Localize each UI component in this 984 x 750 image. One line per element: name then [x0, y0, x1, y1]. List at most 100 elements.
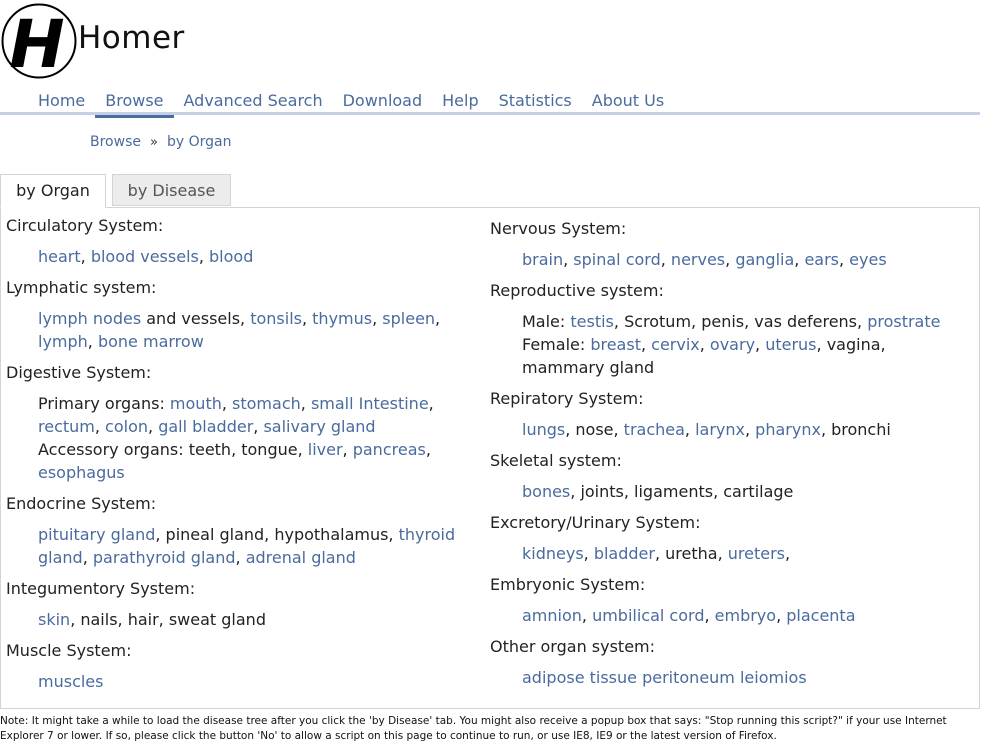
organ-text: ,: [300, 394, 311, 413]
tab-by-disease[interactable]: by Disease: [112, 174, 231, 206]
organ-link-thyroid[interactable]: thyroid: [399, 525, 456, 544]
organ-link-tonsils[interactable]: tonsils: [250, 309, 302, 328]
organ-link-blood-vessels[interactable]: blood vessels: [91, 247, 199, 266]
organ-link-cervix[interactable]: cervix: [651, 335, 700, 354]
svg-text:H: H: [9, 6, 64, 79]
organ-link-adipose-tissue[interactable]: adipose tissue: [522, 668, 637, 687]
nav-home[interactable]: Home: [28, 90, 95, 114]
organ-link-ears[interactable]: ears: [804, 250, 839, 269]
organ-link-kidneys[interactable]: kidneys: [522, 544, 584, 563]
organ-link-trachea[interactable]: trachea: [624, 420, 685, 439]
organ-link-placenta[interactable]: placenta: [786, 606, 855, 625]
breadcrumb-separator: »: [149, 135, 158, 150]
organ-link-uterus[interactable]: uterus: [765, 335, 816, 354]
organ-text: ,: [745, 420, 756, 439]
organ-link-pharynx[interactable]: pharynx: [755, 420, 821, 439]
organ-link-blood[interactable]: blood: [209, 247, 253, 266]
organ-link-ovary[interactable]: ovary: [710, 335, 755, 354]
tab-by-organ[interactable]: by Organ: [0, 174, 106, 208]
organ-link-eyes[interactable]: eyes: [849, 250, 887, 269]
right-column: Nervous System: brain, spinal cord, nerve…: [490, 217, 960, 697]
organ-link-pancreas[interactable]: pancreas: [353, 440, 426, 459]
organ-text: mammary gland: [522, 358, 655, 377]
organ-link-rectum[interactable]: rectum: [38, 417, 95, 436]
left-column: Circulatory System: heart, blood vessels,…: [6, 214, 466, 701]
organ-link-colon[interactable]: colon: [105, 417, 148, 436]
organ-link-lymph[interactable]: lymph: [38, 332, 88, 351]
organ-link-gall-bladder[interactable]: gall bladder: [158, 417, 253, 436]
organ-link-skin[interactable]: skin: [38, 610, 70, 629]
breadcrumb-browse-link[interactable]: Browse: [90, 134, 141, 150]
nav-statistics[interactable]: Statistics: [489, 90, 582, 114]
organ-link-prostrate[interactable]: prostrate: [867, 312, 940, 331]
organ-link-gland[interactable]: gland: [38, 548, 83, 567]
system-organs-circulatory-system: heart, blood vessels, blood: [38, 245, 466, 268]
organ-link-leiomios[interactable]: leiomios: [740, 668, 807, 687]
system-organs-muscle-system: muscles: [38, 670, 466, 693]
organ-line: brain, spinal cord, nerves, ganglia, ear…: [522, 248, 960, 271]
organ-link-bone-marrow[interactable]: bone marrow: [98, 332, 204, 351]
organ-text: ,: [221, 394, 233, 413]
organ-link-adrenal-gland[interactable]: adrenal gland: [246, 548, 356, 567]
nav-advanced-search[interactable]: Advanced Search: [174, 90, 333, 114]
organ-text: , nails, hair, sweat gland: [70, 610, 266, 629]
organ-text: ,: [301, 309, 313, 328]
organ-link-spleen[interactable]: spleen: [382, 309, 435, 328]
organ-text: ,: [80, 247, 91, 266]
organ-text: ,: [82, 548, 93, 567]
organ-link-heart[interactable]: heart: [38, 247, 81, 266]
organ-text: ,: [640, 335, 652, 354]
organ-link-salivary-gland[interactable]: salivary gland: [263, 417, 375, 436]
organ-link-bladder[interactable]: bladder: [594, 544, 655, 563]
organ-text: ,: [87, 332, 98, 351]
organ-link-larynx[interactable]: larynx: [695, 420, 745, 439]
system-organs-endocrine-system: pituitary gland, pineal gland, hypothala…: [38, 523, 466, 569]
organ-link-small-intestine[interactable]: small Intestine: [311, 394, 429, 413]
organ-link-mouth[interactable]: mouth: [170, 394, 222, 413]
organ-link-bones[interactable]: bones: [522, 482, 570, 501]
nav-download[interactable]: Download: [333, 90, 433, 114]
organ-link-esophagus[interactable]: esophagus: [38, 463, 125, 482]
system-organs-integumentory-system: skin, nails, hair, sweat gland: [38, 608, 466, 631]
organ-link-stomach[interactable]: stomach: [232, 394, 301, 413]
organ-link-ureters[interactable]: ureters: [728, 544, 785, 563]
system-organs-other-organ-system: adipose tissue peritoneum leiomios: [522, 666, 960, 689]
organ-text: Accessory organs: teeth, tongue,: [38, 440, 308, 459]
organ-link-liver[interactable]: liver: [308, 440, 343, 459]
nav-help[interactable]: Help: [432, 90, 488, 114]
organ-link-thymus[interactable]: thymus: [312, 309, 372, 328]
organ-link-testis[interactable]: testis: [570, 312, 614, 331]
organ-link-umbilical-cord[interactable]: umbilical cord: [592, 606, 704, 625]
organ-text: Primary organs:: [38, 394, 170, 413]
organ-text: ,: [425, 440, 431, 459]
organ-link-nerves[interactable]: nerves: [671, 250, 725, 269]
system-title-circulatory-system: Circulatory System:: [6, 216, 164, 235]
organ-link-brain[interactable]: brain: [522, 250, 563, 269]
breadcrumb-current[interactable]: by Organ: [167, 134, 232, 150]
organ-link-muscles[interactable]: muscles: [38, 672, 103, 691]
nav-browse[interactable]: Browse: [95, 90, 174, 118]
organ-text: ,: [704, 606, 715, 625]
system-title-reproductive-system: Reproductive system:: [490, 281, 664, 300]
homer-logo-icon[interactable]: H: [1, 3, 77, 79]
organ-link-embryo[interactable]: embryo: [715, 606, 776, 625]
system-title-excretory-urinary-system: Excretory/Urinary System:: [490, 513, 701, 532]
organ-text: ,: [235, 548, 246, 567]
organ-text: ,: [699, 335, 710, 354]
organ-link-parathyroid-gland[interactable]: parathyroid gland: [93, 548, 236, 567]
site-header: H Homer: [0, 0, 984, 82]
organ-link-breast[interactable]: breast: [590, 335, 641, 354]
organ-link-ganglia[interactable]: ganglia: [735, 250, 794, 269]
organ-link-amnion[interactable]: amnion: [522, 606, 582, 625]
organ-link-pituitary-gland[interactable]: pituitary gland: [38, 525, 155, 544]
system-organs-lymphatic-system: lymph nodes and vessels, tonsils, thymus…: [38, 307, 466, 353]
nav-about-us[interactable]: About Us: [582, 90, 674, 114]
organ-link-spinal-cord[interactable]: spinal cord: [573, 250, 660, 269]
organ-link-lymph-nodes[interactable]: lymph nodes: [38, 309, 141, 328]
organ-link-lungs[interactable]: lungs: [522, 420, 565, 439]
organ-link-peritoneum[interactable]: peritoneum: [642, 668, 735, 687]
system-title-endocrine-system: Endocrine System:: [6, 494, 157, 513]
organ-text: ,: [563, 250, 574, 269]
system-title-embryonic-system: Embryonic System:: [490, 575, 646, 594]
organ-text: ,: [839, 250, 850, 269]
